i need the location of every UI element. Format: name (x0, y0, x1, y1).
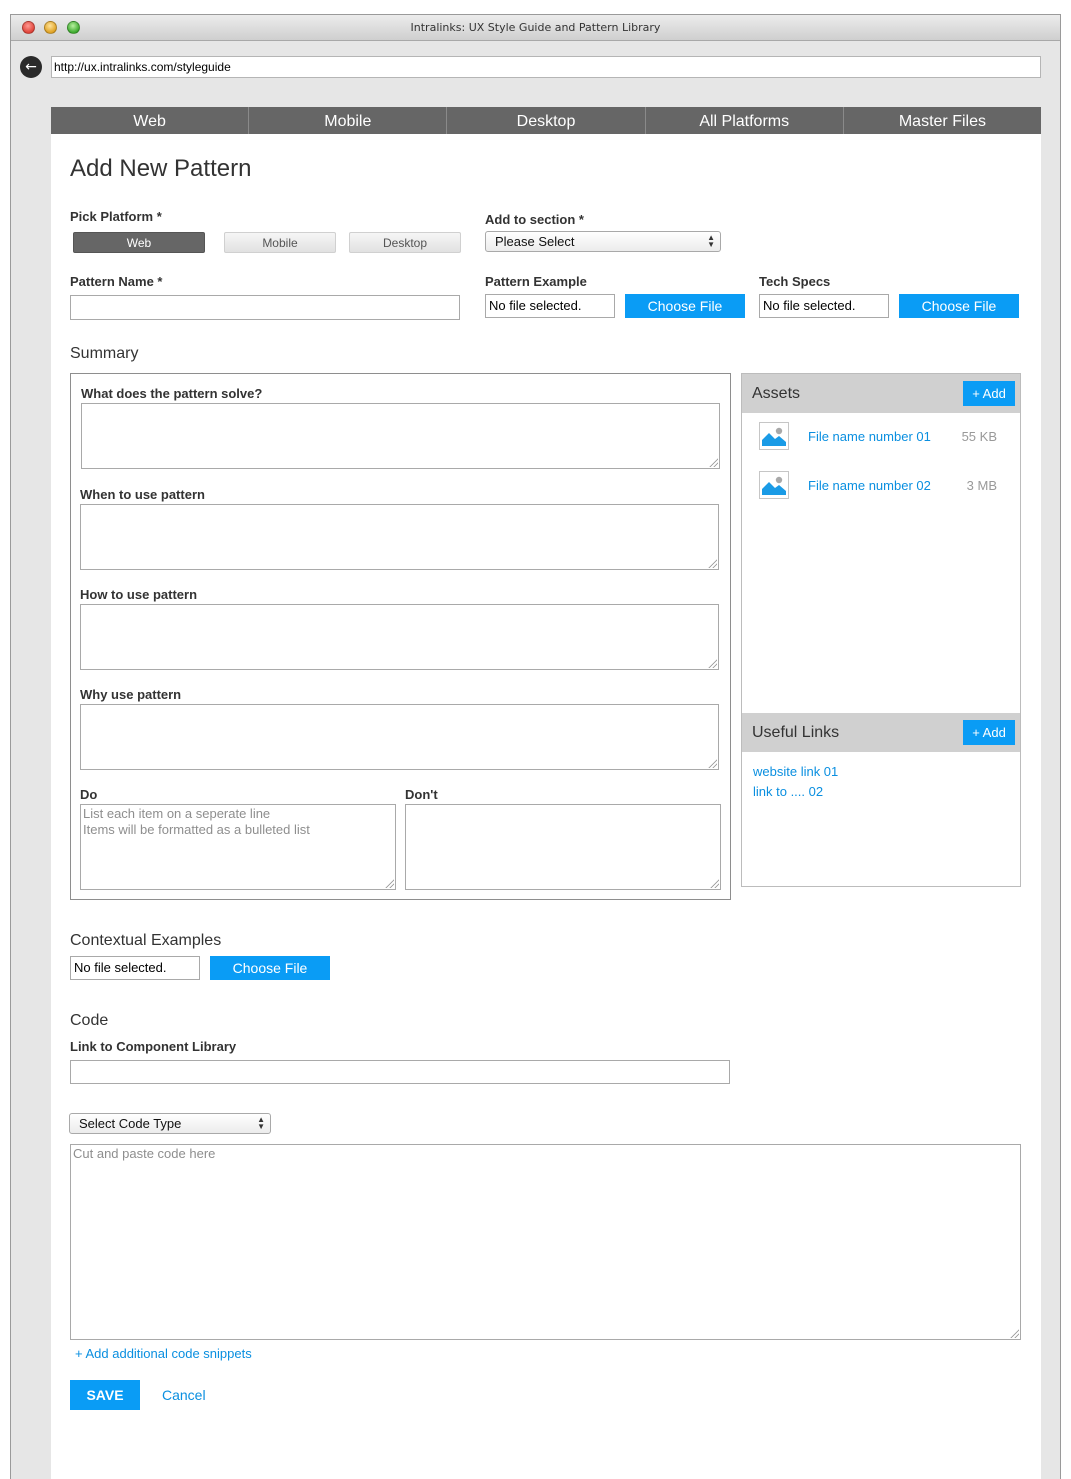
resize-grip-icon[interactable] (1009, 1328, 1019, 1338)
useful-links-title: Useful Links (752, 724, 840, 741)
platform-mobile-button[interactable]: Mobile (224, 232, 336, 253)
assets-header: Assets + Add (742, 374, 1020, 413)
pattern-name-label: Pattern Name * (70, 274, 163, 289)
pick-platform-label: Pick Platform * (70, 209, 162, 224)
useful-links-header: Useful Links + Add (742, 713, 1020, 752)
pattern-example-label: Pattern Example (485, 274, 587, 289)
how-label: How to use pattern (80, 587, 198, 602)
nav-item-web[interactable]: Web (51, 107, 250, 134)
component-library-input[interactable] (70, 1060, 730, 1084)
window-title: Intralinks: UX Style Guide and Pattern L… (410, 21, 661, 34)
nav-item-mobile[interactable]: Mobile (249, 107, 448, 134)
summary-panel: What does the pattern solve? When to use… (70, 373, 731, 900)
platform-desktop-button[interactable]: Desktop (349, 232, 461, 253)
asset-file-size: 3 MB (966, 478, 997, 493)
asset-file-name[interactable]: File name number 02 (808, 478, 931, 493)
section-select[interactable]: Please Select ▲ ▼ (485, 231, 721, 252)
asset-file-size: 55 KB (961, 429, 997, 444)
title-bar: Intralinks: UX Style Guide and Pattern L… (11, 15, 1060, 41)
tech-specs-file-status: No file selected. (759, 294, 889, 318)
nav-item-all-platforms[interactable]: All Platforms (646, 107, 844, 134)
asset-item: File name number 01 55 KB (742, 422, 1020, 452)
code-type-select-value: Select Code Type (79, 1116, 182, 1131)
image-file-icon (759, 471, 789, 499)
useful-link[interactable]: link to .... 02 (753, 784, 823, 799)
resize-grip-icon[interactable] (707, 658, 717, 668)
platform-web-button[interactable]: Web (73, 232, 205, 253)
resize-grip-icon[interactable] (384, 878, 394, 888)
do-placeholder: List each item on a seperate line Items w… (83, 806, 310, 837)
select-arrows-icon: ▲ ▼ (707, 233, 715, 249)
summary-heading: Summary (70, 345, 139, 362)
why-textarea[interactable] (80, 704, 719, 770)
tech-specs-label: Tech Specs (759, 274, 831, 289)
code-heading: Code (70, 1012, 109, 1029)
when-label: When to use pattern (80, 487, 205, 502)
browser-window: Intralinks: UX Style Guide and Pattern L… (10, 14, 1061, 1479)
dont-textarea[interactable] (405, 804, 721, 890)
resize-grip-icon[interactable] (707, 758, 717, 768)
pattern-example-choose-file-button[interactable]: Choose File (625, 294, 745, 318)
contextual-file-status: No file selected. (70, 956, 200, 980)
solve-label: What does the pattern solve? (81, 386, 263, 401)
nav-item-desktop[interactable]: Desktop (447, 107, 646, 134)
do-textarea[interactable]: List each item on a seperate line Items w… (80, 804, 396, 890)
add-code-snippet-link[interactable]: + Add additional code snippets (75, 1346, 252, 1361)
add-asset-button[interactable]: + Add (963, 381, 1015, 406)
asset-file-name[interactable]: File name number 01 (808, 429, 931, 444)
add-link-button[interactable]: + Add (963, 720, 1015, 745)
resize-grip-icon[interactable] (707, 558, 717, 568)
why-label: Why use pattern (80, 687, 182, 702)
assets-sidebar: Assets + Add File name number 01 55 KB F… (741, 373, 1021, 887)
code-textarea[interactable]: Cut and paste code here (70, 1144, 1021, 1340)
image-file-icon (759, 422, 789, 450)
when-textarea[interactable] (80, 504, 719, 570)
page-title: Add New Pattern (70, 155, 252, 182)
component-library-label: Link to Component Library (70, 1039, 237, 1054)
code-type-select[interactable]: Select Code Type ▲ ▼ (69, 1113, 271, 1134)
pattern-name-input[interactable] (70, 295, 460, 320)
page-content: Web Mobile Desktop All Platforms Master … (51, 107, 1041, 1479)
assets-title: Assets (752, 385, 801, 402)
save-button[interactable]: SAVE (70, 1380, 140, 1410)
contextual-choose-file-button[interactable]: Choose File (210, 956, 330, 980)
tech-specs-choose-file-button[interactable]: Choose File (899, 294, 1019, 318)
resize-grip-icon[interactable] (709, 878, 719, 888)
url-input[interactable]: http://ux.intralinks.com/styleguide (51, 56, 1041, 78)
code-placeholder: Cut and paste code here (73, 1146, 216, 1161)
contextual-examples-heading: Contextual Examples (70, 932, 222, 949)
pattern-example-file-status: No file selected. (485, 294, 615, 318)
useful-link[interactable]: website link 01 (753, 764, 838, 779)
nav-item-master-files[interactable]: Master Files (844, 107, 1041, 134)
platform-nav: Web Mobile Desktop All Platforms Master … (51, 107, 1041, 134)
back-arrow-icon[interactable]: ← (20, 56, 42, 78)
cancel-link[interactable]: Cancel (162, 1387, 206, 1403)
add-to-section-label: Add to section * (485, 212, 584, 227)
asset-item: File name number 02 3 MB (742, 471, 1020, 501)
select-arrows-icon: ▲ ▼ (257, 1115, 265, 1131)
solve-textarea[interactable] (81, 403, 720, 469)
resize-grip-icon[interactable] (708, 457, 718, 467)
how-textarea[interactable] (80, 604, 719, 670)
dont-label: Don't (405, 787, 438, 802)
section-select-value: Please Select (495, 234, 575, 249)
do-label: Do (80, 787, 98, 802)
browser-toolbar: ← http://ux.intralinks.com/styleguide (11, 42, 1060, 94)
